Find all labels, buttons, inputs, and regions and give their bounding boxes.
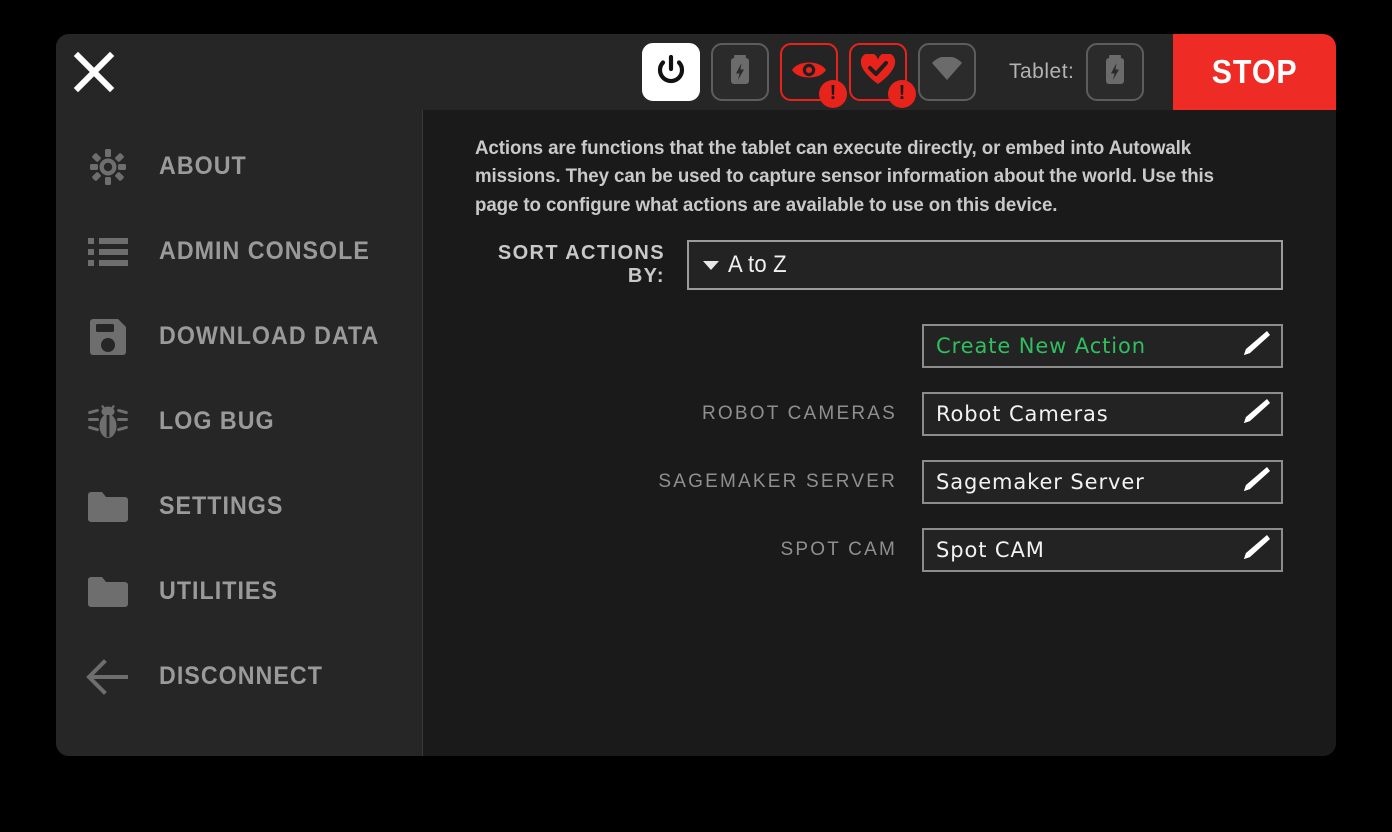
action-row: SPOT CAM Spot CAM	[475, 516, 1283, 584]
wifi-icon	[930, 55, 964, 88]
stop-button[interactable]: STOP	[1173, 34, 1336, 110]
action-name: Sagemaker Server	[936, 470, 1145, 494]
page-description: Actions are functions that the tablet ca…	[475, 137, 1214, 216]
sidebar-item-label: UTILITIES	[159, 577, 279, 605]
top-bar: ! ! Tablet: STOP	[56, 34, 1336, 110]
battery-icon	[725, 53, 755, 92]
sidebar-item-disconnect[interactable]: DISCONNECT	[56, 634, 422, 719]
sidebar-item-label: DISCONNECT	[159, 662, 323, 690]
sidebar-item-admin-console[interactable]: ADMIN CONSOLE	[56, 209, 422, 294]
sort-actions-row: SORT ACTIONS BY: A to Z	[475, 240, 1283, 290]
pencil-icon[interactable]	[1237, 329, 1271, 364]
sidebar-item-label: LOG BUG	[159, 407, 275, 435]
action-name: Robot Cameras	[936, 402, 1109, 426]
sidebar-item-label: SETTINGS	[159, 492, 284, 520]
folder-icon	[77, 575, 139, 609]
sidebar-item-settings[interactable]: SETTINGS	[56, 464, 422, 549]
gear-icon	[77, 145, 139, 189]
tablet-battery-group: Tablet:	[1009, 43, 1145, 101]
action-name: Spot CAM	[936, 538, 1045, 562]
robot-battery-status-button[interactable]	[711, 43, 769, 101]
chevron-down-icon	[703, 260, 719, 270]
sidebar-item-label: DOWNLOAD DATA	[159, 322, 380, 350]
sidebar-item-about[interactable]: ABOUT	[56, 124, 422, 209]
action-category-label: ROBOT CAMERAS	[701, 403, 897, 424]
sidebar-item-log-bug[interactable]: LOG BUG	[56, 379, 422, 464]
action-name: Create New Action	[936, 334, 1147, 358]
bug-icon	[77, 401, 139, 443]
stop-button-label: STOP	[1211, 53, 1298, 90]
perception-status-button[interactable]: !	[780, 43, 847, 108]
create-new-action-button[interactable]: Create New Action	[922, 324, 1283, 368]
power-icon	[654, 53, 688, 92]
sort-actions-value: A to Z	[728, 251, 787, 278]
action-item-robot-cameras[interactable]: Robot Cameras	[922, 392, 1283, 436]
wifi-status-button[interactable]	[918, 43, 976, 101]
sort-actions-select[interactable]: A to Z	[687, 240, 1283, 290]
power-status-button[interactable]	[642, 43, 700, 101]
sidebar-item-download-data[interactable]: DOWNLOAD DATA	[56, 294, 422, 379]
list-icon	[77, 235, 139, 269]
main-content: Actions are functions that the tablet ca…	[423, 110, 1336, 756]
action-row: ROBOT CAMERAS Robot Cameras	[475, 380, 1283, 448]
action-row: Create New Action	[475, 312, 1283, 380]
arrow-left-icon	[77, 658, 139, 695]
battery-icon	[1100, 53, 1130, 92]
close-icon	[72, 50, 116, 94]
sidebar-item-label: ABOUT	[159, 152, 247, 180]
sidebar: ABOUT ADMIN CONSOLE DOWNLOAD DATA LOG BU…	[56, 110, 423, 756]
action-category-label: SPOT CAM	[780, 539, 897, 560]
pencil-icon[interactable]	[1237, 465, 1271, 500]
tablet-label: Tablet:	[1009, 60, 1075, 83]
folder-icon	[77, 490, 139, 524]
close-button[interactable]	[56, 34, 132, 110]
settings-panel: ! ! Tablet: STOP ABOUT ADMIN CONSOLE DOW…	[56, 34, 1336, 756]
robot-health-status-button[interactable]: !	[849, 43, 916, 108]
tablet-battery-button[interactable]	[1086, 43, 1145, 101]
actions-list: Create New Action ROBOT CAMERAS Robot Ca…	[475, 312, 1283, 584]
pencil-icon[interactable]	[1237, 533, 1271, 568]
action-category-label: SAGEMAKER SERVER	[658, 471, 897, 492]
save-disk-icon	[77, 316, 139, 358]
status-icon-cluster: ! ! Tablet:	[642, 34, 1145, 110]
panel-body: ABOUT ADMIN CONSOLE DOWNLOAD DATA LOG BU…	[56, 110, 1336, 756]
sidebar-item-label: ADMIN CONSOLE	[159, 237, 370, 265]
action-item-spot-cam[interactable]: Spot CAM	[922, 528, 1283, 572]
pencil-icon[interactable]	[1237, 397, 1271, 432]
eye-alert-badge: !	[819, 80, 847, 108]
action-item-sagemaker-server[interactable]: Sagemaker Server	[922, 460, 1283, 504]
sort-actions-label: SORT ACTIONS BY:	[497, 242, 665, 287]
sidebar-item-utilities[interactable]: UTILITIES	[56, 549, 422, 634]
action-row: SAGEMAKER SERVER Sagemaker Server	[475, 448, 1283, 516]
health-alert-badge: !	[888, 80, 916, 108]
